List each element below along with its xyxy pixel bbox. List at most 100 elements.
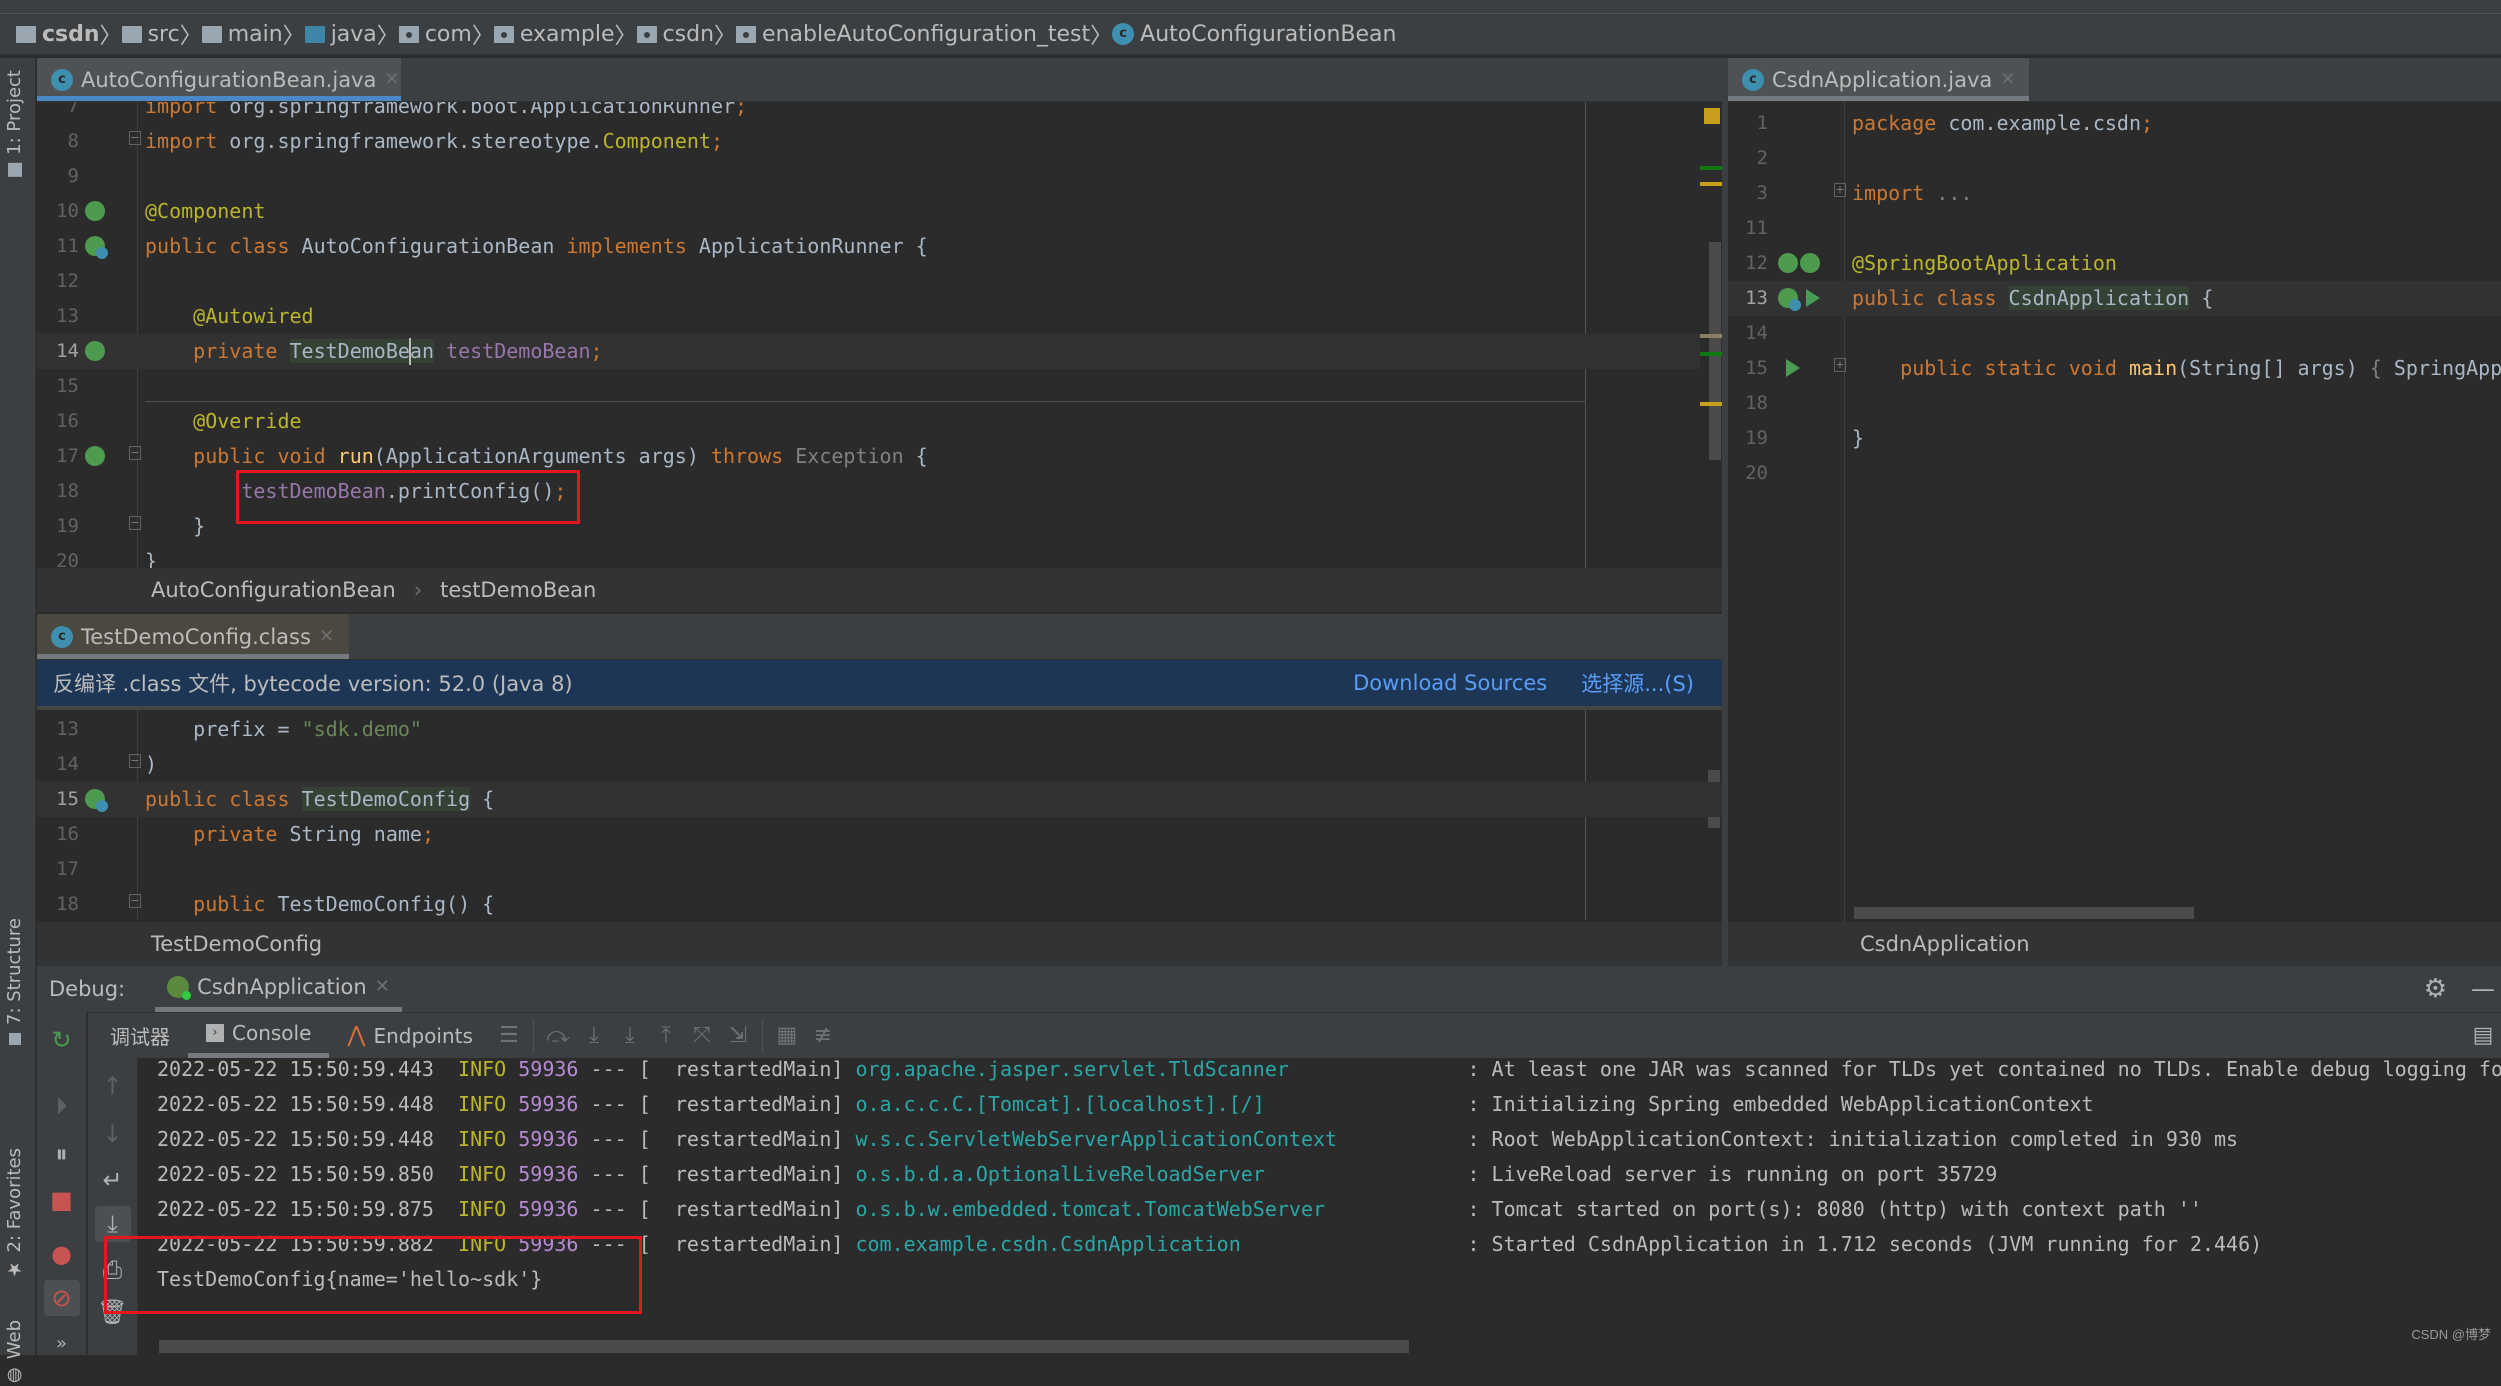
breadcrumb-item[interactable]: com (398, 22, 472, 47)
code-line[interactable]: 14 (1728, 316, 2501, 351)
gear-icon[interactable]: ⚙ (2424, 974, 2447, 1004)
drop-frame-icon[interactable]: ⤧ (684, 1023, 720, 1048)
code-line[interactable]: 11 (1728, 211, 2501, 246)
down-arrow-icon[interactable]: ↓ (95, 1116, 131, 1152)
line-number[interactable]: 14 (1728, 316, 1768, 351)
run-to-cursor-icon[interactable]: ⇲ (720, 1023, 756, 1048)
breadcrumb-item[interactable]: java (304, 22, 377, 47)
code-line[interactable]: 14) (37, 747, 1722, 782)
autowired-bean-icon[interactable] (85, 341, 105, 361)
debug-session-tab[interactable]: CsdnApplication ✕ (155, 966, 402, 1012)
evaluate-expression-icon[interactable]: ▦ (769, 1023, 805, 1048)
warning-indicator[interactable] (1704, 108, 1720, 124)
line-number[interactable]: 11 (37, 229, 79, 264)
run-icon[interactable] (1786, 359, 1800, 377)
nav-crumb-class[interactable]: AutoConfigurationBean (151, 578, 396, 602)
force-step-into-icon[interactable]: ⤓ (612, 1023, 648, 1048)
code-line[interactable]: 11 public class AutoConfigurationBean imp… (37, 229, 1722, 264)
code-line[interactable]: 7 import org.springframework.boot.Applica… (37, 102, 1722, 124)
implements-method-icon[interactable] (85, 446, 105, 466)
breadcrumb-item[interactable]: enableAutoConfiguration_test (736, 22, 1090, 47)
spring-bean-class-icon[interactable] (85, 789, 108, 812)
code-line[interactable]: 20 (1728, 456, 2501, 491)
layout-icon[interactable]: ▤ (2465, 1023, 2501, 1048)
line-number[interactable]: 11 (1728, 211, 1768, 246)
code-line[interactable]: 1 package com.example.csdn; (1728, 106, 2501, 141)
line-number[interactable]: 15 (37, 369, 79, 404)
step-out-icon[interactable]: ⤒ (648, 1023, 684, 1048)
code-line[interactable]: 18 public TestDemoConfig() { (37, 887, 1722, 920)
close-tab-icon[interactable]: ✕ (319, 626, 334, 647)
rerun-icon[interactable]: ↻ (44, 1022, 80, 1058)
fold-marker-icon[interactable]: + (1834, 358, 1846, 372)
code-line[interactable]: 18 (1728, 386, 2501, 421)
spring-boot-app-icon[interactable] (1778, 253, 1798, 273)
code-line[interactable]: 17 (37, 852, 1722, 887)
line-number[interactable]: 2 (1728, 141, 1768, 176)
line-number[interactable]: 14 (37, 747, 79, 782)
pause-icon[interactable]: ⏸ (44, 1136, 80, 1172)
code-line[interactable]: 17 public void run(ApplicationArguments … (37, 439, 1722, 474)
nav-crumb-class[interactable]: CsdnApplication (1860, 932, 2030, 956)
close-tab-icon[interactable]: ✕ (2000, 69, 2015, 90)
console-log-line[interactable]: 2022-05-22 15:50:59.875 INFO 59936 --- [… (157, 1192, 2202, 1227)
code-editor-csdnapplication[interactable]: 1 package com.example.csdn; 2 3 import ... +1… (1728, 102, 2501, 922)
tab-testdemoconfig[interactable]: c TestDemoConfig.class ✕ (37, 614, 349, 659)
console-log-line[interactable]: 2022-05-22 15:50:59.448 INFO 59936 --- [… (157, 1087, 2094, 1122)
line-number[interactable]: 15 (1728, 351, 1768, 386)
code-line[interactable]: 14 private TestDemoBean testDemoBean; (37, 334, 1722, 369)
line-number[interactable]: 10 (37, 194, 79, 229)
choose-sources-link[interactable]: 选择源...(S) (1581, 668, 1694, 698)
fold-marker-icon[interactable]: − (129, 754, 141, 768)
view-breakpoints-icon[interactable]: ● (44, 1236, 80, 1272)
nav-crumb-class[interactable]: TestDemoConfig (151, 932, 322, 956)
fold-marker-icon[interactable]: − (129, 446, 141, 460)
console-log-line[interactable]: 2022-05-22 15:50:59.448 INFO 59936 --- [… (157, 1122, 2238, 1157)
close-session-icon[interactable]: ✕ (375, 976, 390, 997)
code-line[interactable]: 13 @Autowired (37, 299, 1722, 334)
line-number[interactable]: 19 (1728, 421, 1768, 456)
error-stripe[interactable] (1700, 102, 1722, 568)
fold-marker-icon[interactable]: − (129, 516, 141, 530)
scrollbar-thumb[interactable] (1709, 242, 1721, 460)
line-number[interactable]: 19 (37, 509, 79, 544)
code-line[interactable]: 20} (37, 544, 1722, 568)
line-number[interactable]: 20 (1728, 456, 1768, 491)
structure-tool-button[interactable]: 7: Structure (4, 918, 25, 1045)
line-number[interactable]: 18 (1728, 386, 1768, 421)
resume-icon[interactable]: ⏵ (44, 1088, 80, 1124)
line-number[interactable]: 18 (37, 474, 79, 509)
console-log-line[interactable]: 2022-05-22 15:50:59.443 INFO 59936 --- [… (157, 1052, 2501, 1087)
breadcrumb-item[interactable]: csdn (636, 22, 714, 47)
line-number[interactable]: 8 (37, 124, 79, 159)
web-tool-button[interactable]: ◍Web (4, 1320, 25, 1386)
code-line[interactable]: 12 (37, 264, 1722, 299)
line-number[interactable]: 16 (37, 404, 79, 439)
up-arrow-icon[interactable]: ↑ (95, 1068, 131, 1104)
favorites-tool-button[interactable]: ★2: Favorites (4, 1148, 25, 1280)
line-number[interactable]: 12 (37, 264, 79, 299)
fold-marker-icon[interactable]: + (1834, 183, 1846, 197)
spring-bean-class-icon[interactable] (85, 236, 108, 259)
tab-autoconfigurationbean[interactable]: c AutoConfigurationBean.java ✕ (37, 58, 401, 101)
download-sources-link[interactable]: Download Sources (1353, 671, 1547, 695)
line-number[interactable]: 12 (1728, 246, 1768, 281)
spring-bean-class-icon[interactable] (1778, 288, 1801, 311)
close-tab-icon[interactable]: ✕ (384, 69, 399, 90)
code-line[interactable]: 15 (37, 369, 1722, 404)
line-number[interactable]: 9 (37, 159, 79, 194)
code-editor-testdemoconfig[interactable]: 13 prefix = "sdk.demo" 14) −15 public class… (37, 710, 1722, 920)
line-number[interactable]: 18 (37, 887, 79, 920)
line-number[interactable]: 14 (37, 334, 79, 369)
tab-csdnapplication[interactable]: c CsdnApplication.java ✕ (1728, 58, 2030, 101)
line-number[interactable]: 17 (37, 439, 79, 474)
line-number[interactable]: 13 (37, 712, 79, 747)
horizontal-scrollbar[interactable] (1854, 907, 2194, 919)
spring-bean-icon[interactable] (1800, 253, 1820, 273)
line-number[interactable]: 15 (37, 782, 79, 817)
code-line[interactable]: 13 prefix = "sdk.demo" (37, 712, 1722, 747)
code-line[interactable]: 2 (1728, 141, 2501, 176)
line-number[interactable]: 16 (37, 817, 79, 852)
step-into-icon[interactable]: ⤓ (576, 1023, 612, 1048)
minimize-icon[interactable]: — (2471, 975, 2495, 1003)
